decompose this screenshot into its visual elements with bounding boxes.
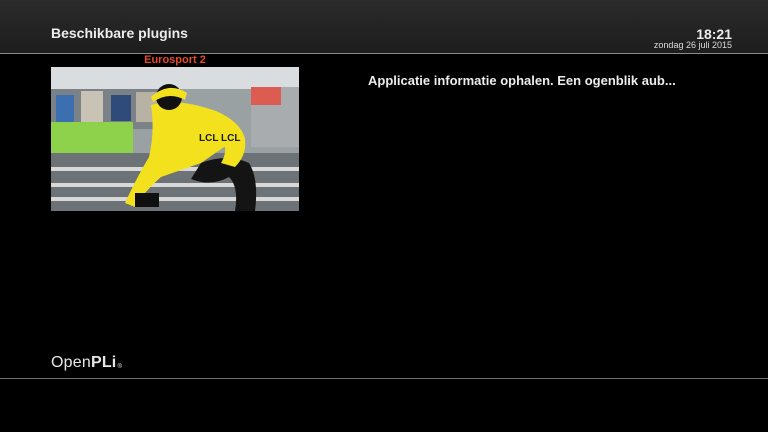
page-title: Beschikbare plugins (51, 25, 188, 41)
cyclist-video-frame: LCL LCL (51, 67, 299, 211)
date-label: zondag 26 juli 2015 (653, 40, 732, 50)
jersey-text: LCL LCL (199, 133, 240, 144)
footer-divider (0, 378, 768, 379)
logo-text-pli: PLi (90, 354, 117, 371)
tv-preview: LCL LCL (51, 67, 299, 211)
logo-registered-mark: ® (117, 364, 123, 370)
logo-text-open: Open (51, 354, 91, 371)
channel-name: Eurosport 2 (144, 54, 206, 66)
header-bar: Beschikbare plugins 18:21 zondag 26 juli… (0, 0, 768, 54)
openpli-logo: OpenPLi® (51, 354, 122, 372)
status-message: Applicatie informatie ophalen. Een ogenb… (368, 73, 676, 88)
